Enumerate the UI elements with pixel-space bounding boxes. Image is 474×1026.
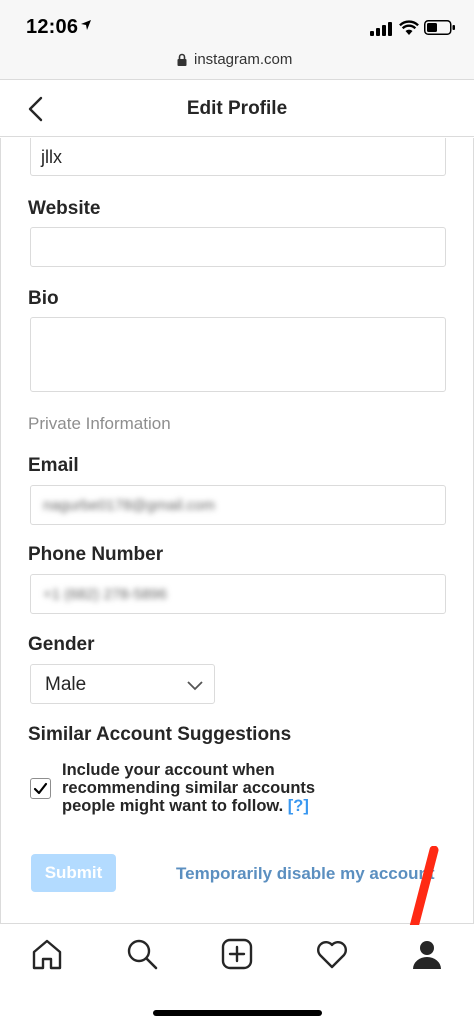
suggestions-description: Include your account when recommending s… — [62, 761, 352, 815]
suggestions-checkbox[interactable] — [30, 778, 51, 799]
private-info-heading: Private Information — [28, 414, 171, 433]
url-text: instagram.com — [194, 51, 293, 68]
edit-profile-form: jllx Website Bio Private Information Ema… — [0, 138, 474, 1012]
phone-label: Phone Number — [28, 544, 164, 565]
lock-icon — [177, 53, 187, 66]
status-bar: 12:06 — [0, 0, 474, 46]
battery-icon — [424, 20, 455, 35]
username-value: jllx — [41, 147, 62, 167]
suggestions-text: Include your account when recommending s… — [62, 761, 316, 815]
home-indicator — [153, 1010, 322, 1016]
website-label: Website — [28, 198, 101, 219]
page-header: Edit Profile — [0, 81, 474, 137]
username-field[interactable]: jllx — [30, 138, 446, 176]
wifi-icon — [399, 20, 419, 35]
search-icon[interactable] — [125, 937, 159, 971]
phone-field[interactable]: +1 (682) 278-5896 — [30, 574, 446, 614]
gender-value: Male — [45, 674, 87, 695]
suggestions-help-link[interactable]: [?] — [288, 797, 309, 815]
status-time: 12:06 — [26, 16, 79, 38]
submit-button[interactable]: Submit — [31, 854, 116, 892]
suggestions-label: Similar Account Suggestions — [28, 724, 292, 745]
email-field[interactable]: nagurbe0178@gmail.com — [30, 485, 446, 525]
new-post-icon[interactable] — [220, 937, 254, 971]
gender-select[interactable]: Male — [30, 664, 215, 704]
website-field[interactable] — [30, 227, 446, 267]
profile-icon[interactable] — [410, 937, 444, 971]
home-icon[interactable] — [30, 937, 64, 971]
checkmark-icon — [33, 782, 48, 795]
page-title: Edit Profile — [186, 98, 288, 119]
phone-value: +1 (682) 278-5896 — [43, 586, 167, 603]
bio-label: Bio — [28, 288, 59, 309]
email-value: nagurbe0178@gmail.com — [43, 497, 215, 514]
email-label: Email — [28, 455, 79, 476]
bio-field[interactable] — [30, 317, 446, 392]
url-bar[interactable]: instagram.com — [0, 46, 474, 80]
cellular-signal-icon — [370, 22, 392, 36]
chevron-down-icon — [187, 681, 203, 691]
location-arrow-icon — [81, 20, 91, 30]
gender-label: Gender — [28, 634, 95, 655]
activity-heart-icon[interactable] — [315, 937, 349, 971]
